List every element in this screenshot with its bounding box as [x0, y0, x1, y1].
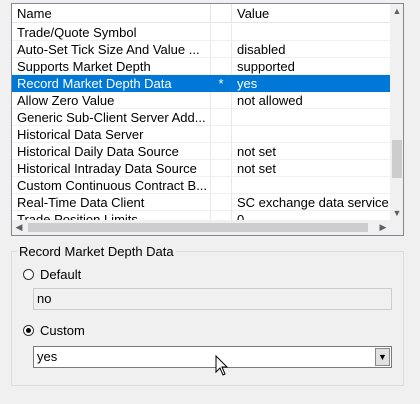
scroll-left-icon[interactable]: ◀ — [12, 220, 26, 235]
table-row[interactable]: Trade Position Limits 0 — [12, 211, 390, 220]
row-value-cell[interactable]: not set — [232, 160, 390, 177]
mouse-pointer-icon — [215, 355, 229, 376]
custom-radio-label[interactable]: Custom — [40, 323, 85, 338]
row-value-cell[interactable]: not allowed — [232, 92, 390, 109]
row-value-cell[interactable]: SC exchange data service — [232, 194, 390, 211]
row-flag-cell[interactable] — [211, 24, 232, 41]
group-title: Record Market Depth Data — [17, 244, 176, 259]
row-name-cell[interactable]: Historical Data Server — [12, 126, 211, 143]
table-row[interactable]: Historical Daily Data Source not set — [12, 143, 390, 160]
row-value-cell[interactable]: yes — [232, 75, 390, 92]
horizontal-scrollbar[interactable]: ◀ ▶ — [12, 220, 390, 235]
row-flag-cell[interactable]: * — [211, 75, 232, 92]
row-flag-cell[interactable] — [211, 58, 232, 75]
table-row[interactable]: Record Market Depth Data * yes — [12, 75, 390, 92]
grid-viewport: Name Value Trade/Quote Symbol Auto-Set Ti… — [12, 4, 390, 220]
custom-value-text: yes — [37, 349, 58, 364]
row-flag-cell[interactable] — [211, 109, 232, 126]
row-flag-cell[interactable] — [211, 177, 232, 194]
row-value-cell[interactable] — [232, 126, 390, 143]
custom-value-dropdown[interactable]: yes ▼ — [33, 346, 392, 368]
row-flag-cell[interactable] — [211, 211, 232, 220]
row-value-cell[interactable] — [232, 24, 390, 41]
scroll-up-icon[interactable]: ▲ — [390, 4, 403, 18]
grid-header: Name Value — [12, 4, 390, 23]
column-header-flag[interactable] — [211, 4, 232, 23]
table-row[interactable]: Auto-Set Tick Size And Value ... disabled — [12, 41, 390, 58]
radio-default-icon[interactable] — [23, 269, 34, 280]
row-value-cell[interactable] — [232, 177, 390, 194]
table-row[interactable]: Allow Zero Value not allowed — [12, 92, 390, 109]
row-name-cell[interactable]: Supports Market Depth — [12, 58, 211, 75]
default-radio[interactable]: Default — [23, 267, 81, 283]
row-value-cell[interactable] — [232, 109, 390, 126]
default-value-field: no — [33, 288, 392, 310]
scroll-right-icon[interactable]: ▶ — [376, 220, 390, 235]
row-flag-cell[interactable] — [211, 92, 232, 109]
row-name-cell[interactable]: Trade Position Limits — [12, 211, 211, 220]
row-flag-cell[interactable] — [211, 126, 232, 143]
row-name-cell[interactable]: Record Market Depth Data — [12, 75, 211, 92]
table-row[interactable]: Historical Intraday Data Source not set — [12, 160, 390, 177]
table-row[interactable]: Trade/Quote Symbol — [12, 24, 390, 41]
row-flag-cell[interactable] — [211, 143, 232, 160]
row-value-cell[interactable]: supported — [232, 58, 390, 75]
row-name-cell[interactable]: Auto-Set Tick Size And Value ... — [12, 41, 211, 58]
column-header-name[interactable]: Name — [12, 4, 211, 23]
scroll-down-icon[interactable]: ▼ — [390, 206, 403, 220]
row-name-cell[interactable]: Historical Intraday Data Source — [12, 160, 211, 177]
radio-custom-icon[interactable] — [23, 325, 34, 336]
table-row[interactable]: Real-Time Data Client SC exchange data se… — [12, 194, 390, 211]
custom-radio[interactable]: Custom — [23, 323, 85, 339]
row-flag-cell[interactable] — [211, 194, 232, 211]
column-header-value[interactable]: Value — [232, 4, 390, 23]
properties-grid[interactable]: Name Value Trade/Quote Symbol Auto-Set Ti… — [11, 3, 404, 236]
table-row[interactable]: Generic Sub-Client Server Add... — [12, 109, 390, 126]
table-row[interactable]: Custom Continuous Contract B... — [12, 177, 390, 194]
row-value-cell[interactable]: disabled — [232, 41, 390, 58]
vertical-scrollbar[interactable]: ▲ ▼ — [390, 4, 403, 220]
row-name-cell[interactable]: Custom Continuous Contract B... — [12, 177, 211, 194]
vertical-scroll-thumb[interactable] — [392, 140, 402, 178]
scrollbar-corner — [390, 220, 403, 235]
table-row[interactable]: Historical Data Server — [12, 126, 390, 143]
dropdown-arrow-icon[interactable]: ▼ — [375, 348, 390, 366]
row-value-cell[interactable]: not set — [232, 143, 390, 160]
grid-rows: Trade/Quote Symbol Auto-Set Tick Size And… — [12, 24, 390, 220]
horizontal-scroll-thumb[interactable] — [28, 223, 368, 232]
row-flag-cell[interactable] — [211, 160, 232, 177]
row-value-cell[interactable]: 0 — [232, 211, 390, 220]
row-name-cell[interactable]: Historical Daily Data Source — [12, 143, 211, 160]
default-radio-label[interactable]: Default — [40, 267, 81, 282]
row-name-cell[interactable]: Generic Sub-Client Server Add... — [12, 109, 211, 126]
row-name-cell[interactable]: Trade/Quote Symbol — [12, 24, 211, 41]
row-name-cell[interactable]: Allow Zero Value — [12, 92, 211, 109]
row-flag-cell[interactable] — [211, 41, 232, 58]
table-row[interactable]: Supports Market Depth supported — [12, 58, 390, 75]
row-name-cell[interactable]: Real-Time Data Client — [12, 194, 211, 211]
